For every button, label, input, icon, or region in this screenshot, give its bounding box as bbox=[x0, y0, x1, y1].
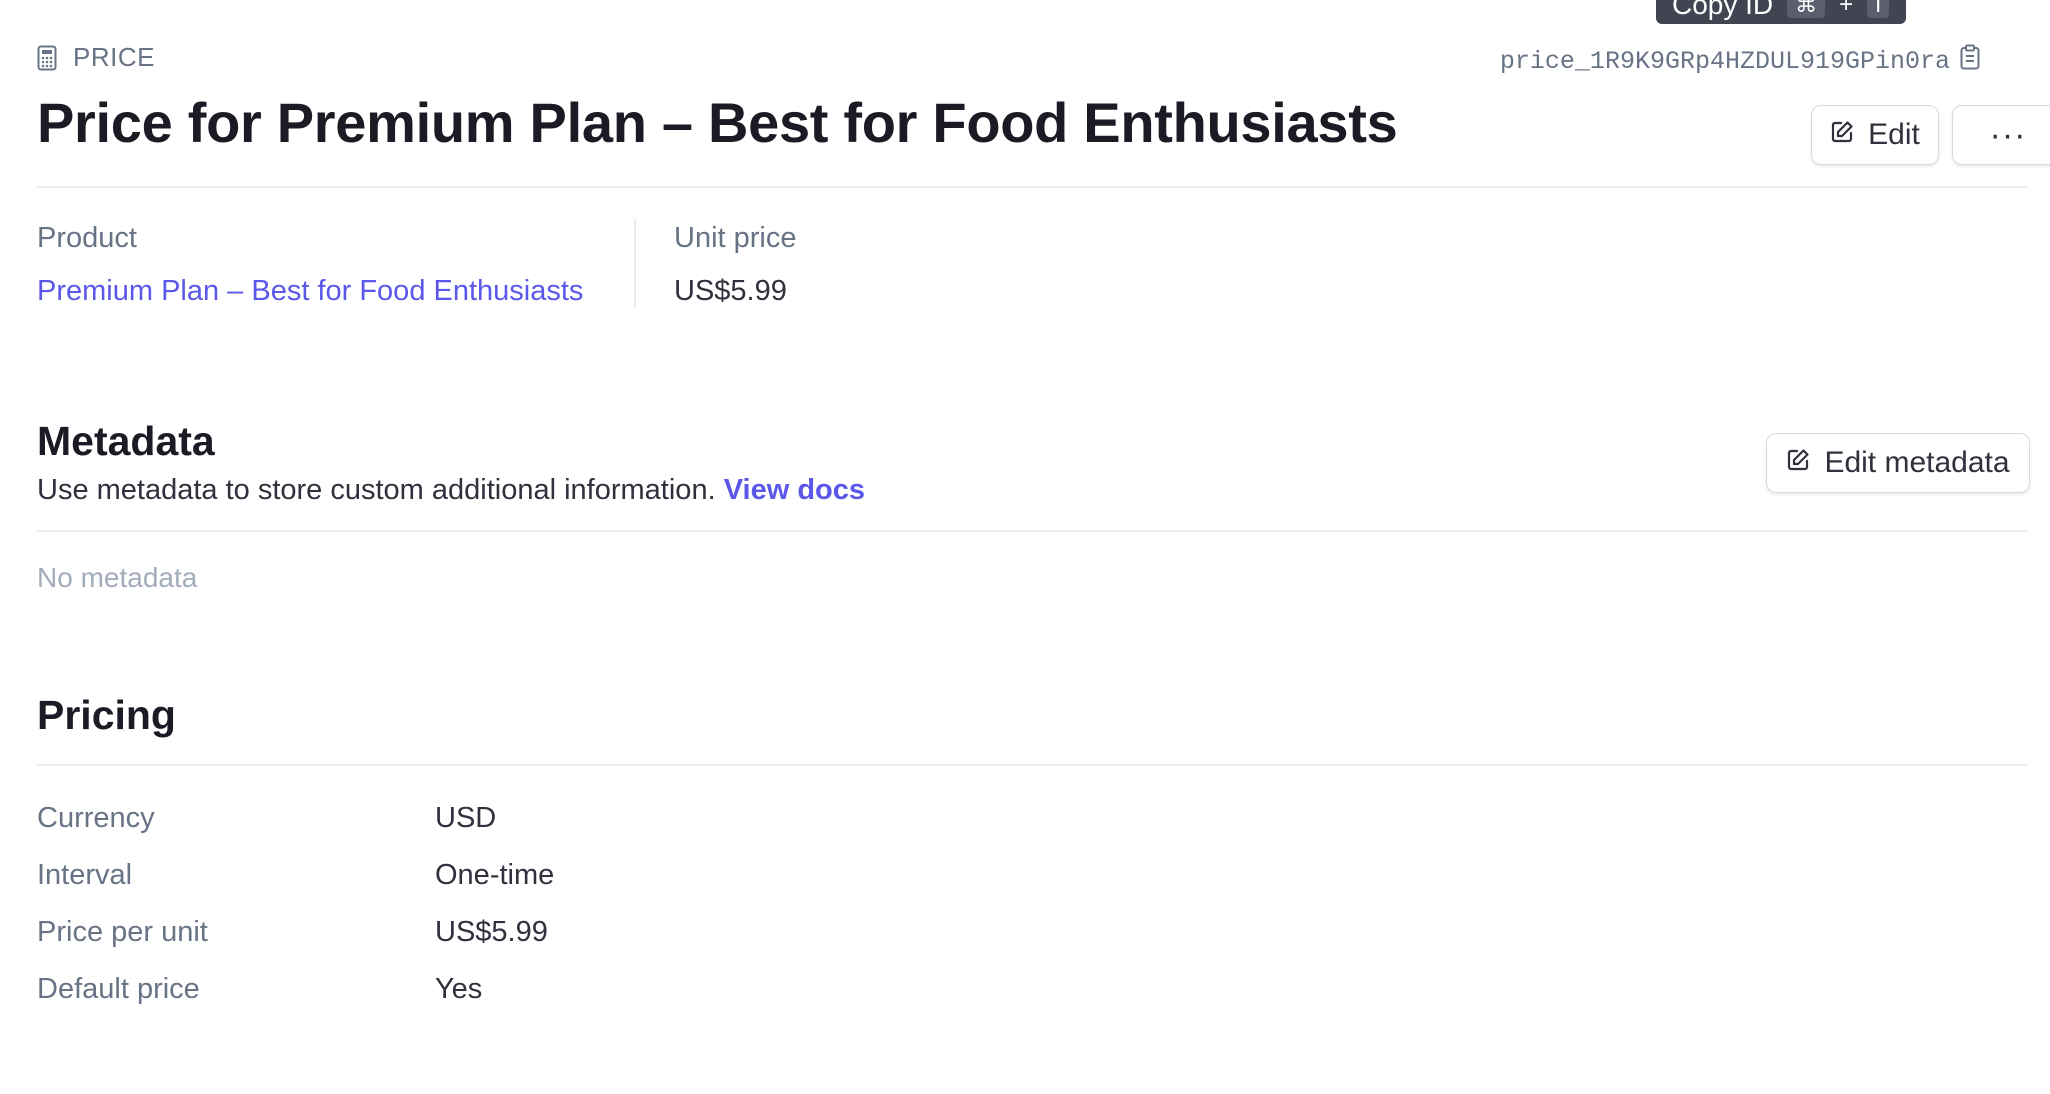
edit-button[interactable]: Edit bbox=[1811, 105, 1939, 165]
clipboard-icon[interactable] bbox=[1960, 44, 1980, 78]
pricing-heading: Pricing bbox=[37, 692, 176, 738]
metadata-divider bbox=[37, 530, 2027, 532]
currency-value: USD bbox=[435, 802, 497, 834]
product-label: Product bbox=[37, 222, 137, 254]
tooltip-label: Copy ID bbox=[1672, 0, 1774, 20]
object-type-label: PRICE bbox=[73, 42, 155, 72]
summary-divider bbox=[634, 218, 636, 308]
edit-metadata-button[interactable]: Edit metadata bbox=[1766, 433, 2030, 493]
no-metadata-text: No metadata bbox=[37, 562, 198, 593]
edit-button-label: Edit bbox=[1868, 118, 1920, 151]
pricing-row-interval: Interval One-time bbox=[37, 859, 554, 892]
page-title: Price for Premium Plan – Best for Food E… bbox=[37, 91, 1398, 154]
metadata-description: Use metadata to store custom additional … bbox=[37, 474, 865, 507]
edit-metadata-label: Edit metadata bbox=[1824, 446, 2010, 479]
price-per-unit-label: Price per unit bbox=[37, 916, 208, 948]
header-divider bbox=[37, 186, 2027, 188]
default-price-value: Yes bbox=[435, 973, 483, 1005]
pricing-row-default-price: Default price Yes bbox=[37, 973, 482, 1006]
summary-product: Product Premium Plan – Best for Food Ent… bbox=[37, 222, 583, 308]
interval-label: Interval bbox=[37, 859, 133, 891]
tooltip-plus: + bbox=[1839, 0, 1854, 18]
pricing-row-price-per-unit: Price per unit US$5.99 bbox=[37, 916, 548, 949]
pricing-row-currency: Currency USD bbox=[37, 802, 496, 835]
ellipsis-icon: ··· bbox=[1989, 115, 2027, 154]
tooltip-key-i: I bbox=[1867, 0, 1890, 18]
unit-price-value: US$5.99 bbox=[674, 275, 787, 307]
object-type: PRICE bbox=[37, 42, 155, 73]
summary-unit-price: Unit price US$5.99 bbox=[674, 222, 797, 308]
price-id-copy[interactable]: price_1R9K9GRp4HZDUL919GPin0ra bbox=[1500, 44, 1980, 78]
price-per-unit-value: US$5.99 bbox=[435, 916, 548, 948]
copy-id-tooltip: Copy ID ⌘ + I bbox=[1656, 0, 1906, 24]
view-docs-link[interactable]: View docs bbox=[724, 474, 865, 506]
currency-label: Currency bbox=[37, 802, 155, 834]
pencil-square-icon bbox=[1786, 446, 1810, 480]
unit-price-label: Unit price bbox=[674, 222, 797, 254]
more-actions-button[interactable]: ··· bbox=[1952, 105, 2050, 165]
pricing-divider bbox=[37, 764, 2027, 766]
metadata-description-text: Use metadata to store custom additional … bbox=[37, 474, 716, 506]
interval-value: One-time bbox=[435, 859, 555, 891]
tooltip-key-cmd: ⌘ bbox=[1787, 0, 1826, 18]
metadata-heading: Metadata bbox=[37, 418, 215, 464]
price-id-text[interactable]: price_1R9K9GRp4HZDUL919GPin0ra bbox=[1500, 47, 1950, 76]
product-link[interactable]: Premium Plan – Best for Food Enthusiasts bbox=[37, 275, 583, 308]
calculator-icon bbox=[37, 45, 57, 71]
price-detail-page: Copy ID ⌘ + I PRICE price_1R9K9GRp4HZDUL… bbox=[0, 0, 2050, 1094]
pencil-square-icon bbox=[1830, 118, 1854, 152]
default-price-label: Default price bbox=[37, 973, 200, 1005]
